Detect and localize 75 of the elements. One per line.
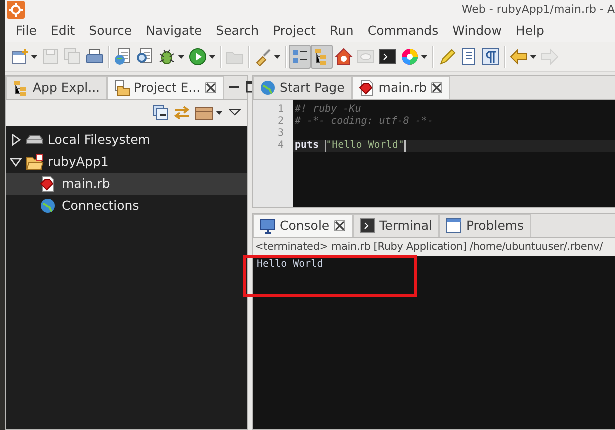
ruby-file-icon	[358, 80, 375, 96]
line-number: 2	[276, 116, 285, 128]
brush-icon	[254, 48, 272, 66]
tab[interactable]: main.rb	[352, 76, 450, 99]
dropdown-caret-icon	[178, 54, 185, 58]
code-token: #! ruby -Ku	[295, 104, 362, 116]
line-number: 4	[276, 140, 285, 152]
menu-item[interactable]: Window	[446, 22, 509, 40]
menu-item[interactable]: Search	[209, 22, 266, 40]
pen-icon	[438, 48, 456, 66]
save-icon	[42, 48, 60, 66]
package-icon	[195, 105, 215, 121]
line-number: 1	[276, 104, 285, 116]
tab[interactable]: Console	[253, 214, 353, 237]
toolbar-button[interactable]	[289, 44, 311, 68]
window-title: Web - rubyApp1/main.rb - A	[462, 2, 615, 18]
tab[interactable]: Problems	[439, 214, 532, 237]
menu-item[interactable]: File	[9, 22, 44, 40]
list-view-icon	[291, 48, 309, 66]
globe-icon	[40, 198, 58, 214]
menu-item[interactable]: Navigate	[139, 22, 210, 40]
tree-item[interactable]: Connections	[6, 195, 247, 217]
console-output: Hello World	[253, 256, 615, 429]
window-icon	[446, 218, 462, 234]
tree-item[interactable]: Local Filesystem	[6, 129, 247, 151]
menu-item[interactable]: Source	[82, 22, 140, 40]
tab[interactable]: Terminal	[352, 214, 440, 237]
terminal-icon	[379, 48, 397, 66]
tab[interactable]: App Expl...	[6, 76, 108, 99]
link-arrows-icon	[174, 105, 190, 121]
folder-document-icon	[114, 80, 130, 96]
paragraph-icon	[482, 48, 500, 66]
printer-icon	[86, 48, 104, 66]
code-token: puts	[295, 140, 320, 152]
expanded-arrow-icon	[10, 156, 22, 168]
monitor-icon	[260, 218, 276, 234]
document-search-icon	[136, 48, 154, 66]
line-number: 3	[276, 128, 285, 140]
house-icon	[335, 48, 353, 66]
tab[interactable]: Project E...	[107, 76, 224, 99]
play-icon	[189, 48, 207, 66]
code-token: "Hello World"	[325, 140, 406, 152]
close-icon	[334, 220, 346, 232]
globe-icon	[260, 80, 276, 96]
collapse-all-icon	[153, 105, 169, 121]
tree-item[interactable]: rubyApp1	[6, 151, 247, 173]
tab[interactable]: Start Page	[253, 76, 352, 99]
dropdown-caret-icon	[274, 54, 281, 58]
save-all-icon	[64, 48, 82, 66]
dropdown-caret-icon	[530, 54, 537, 58]
dropdown-caret-icon	[421, 54, 428, 58]
menu-item[interactable]: Run	[322, 22, 361, 40]
document-globe-icon	[114, 48, 132, 66]
right-arrow-icon	[541, 48, 559, 66]
toolbar-button[interactable]	[311, 44, 333, 68]
left-arrow-icon	[510, 48, 528, 66]
collapsed-arrow-icon	[10, 134, 22, 146]
menu-item[interactable]: Commands	[360, 22, 446, 40]
code-token: # -*- coding: utf-8 -*-	[295, 116, 434, 128]
close-icon	[204, 82, 217, 94]
dropdown-caret-icon	[31, 54, 38, 58]
dropdown-caret-icon	[209, 54, 216, 58]
menu-item[interactable]: Project	[266, 22, 323, 40]
color-wheel-icon	[401, 48, 419, 66]
tree-item[interactable]: main.rb	[6, 173, 247, 195]
document-icon	[460, 48, 478, 66]
menu-item[interactable]: Edit	[44, 22, 82, 40]
close-icon	[431, 82, 444, 94]
app-logo-icon	[7, 1, 25, 19]
bug-icon	[158, 48, 176, 66]
new-file-icon	[11, 48, 29, 66]
menu-item[interactable]: Help	[508, 22, 552, 40]
terminal-icon	[360, 218, 376, 234]
tree-view-icon	[13, 80, 29, 96]
open-folder-icon	[26, 154, 44, 170]
